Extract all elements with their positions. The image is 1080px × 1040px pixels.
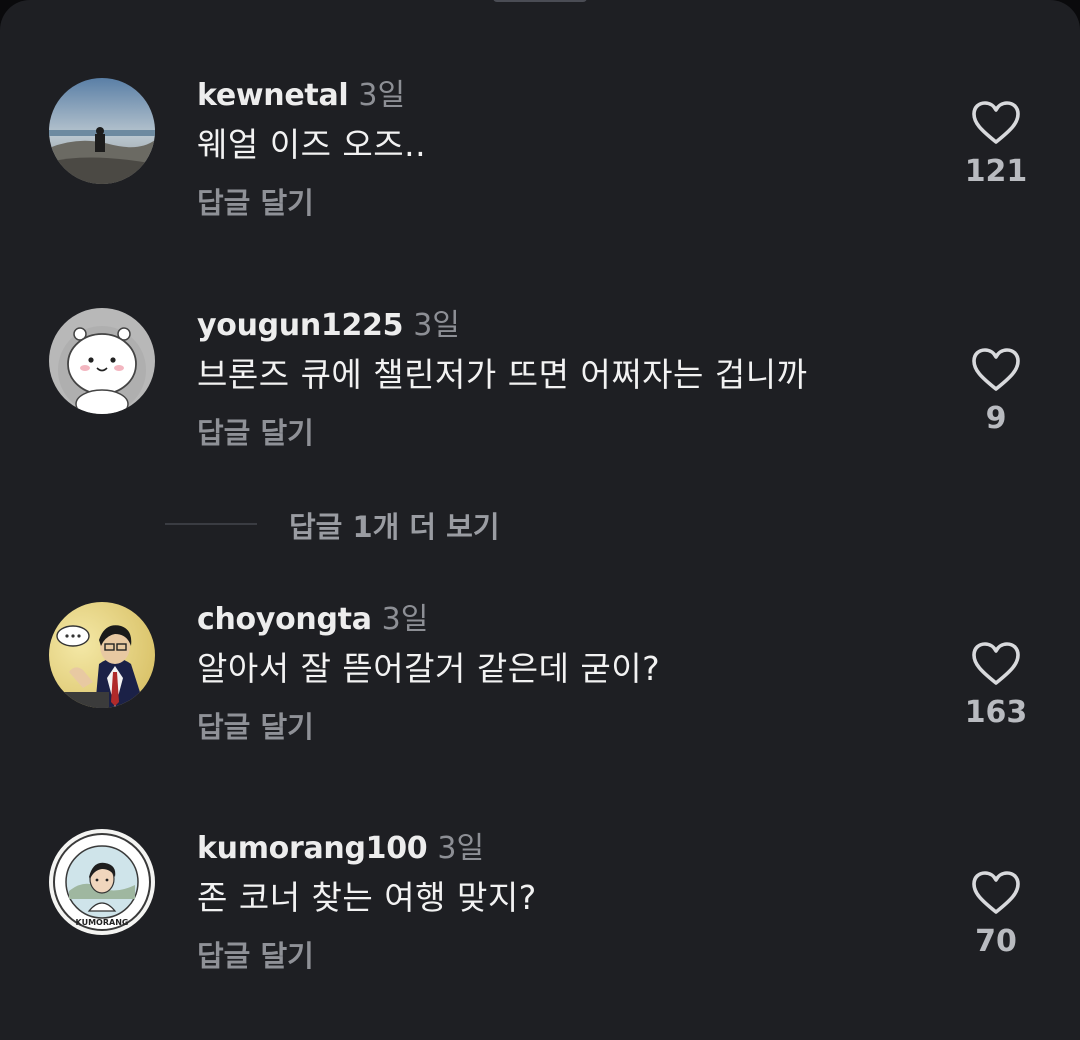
- comment-meta: kewnetal 3일: [197, 70, 406, 113]
- drag-handle[interactable]: [493, 0, 587, 2]
- divider: [165, 523, 257, 525]
- like-count: 163: [964, 695, 1028, 730]
- username[interactable]: kewnetal: [197, 78, 349, 113]
- timestamp: 3일: [358, 78, 406, 113]
- reply-button[interactable]: 답글 달기: [197, 704, 314, 746]
- comment-text: 존 코너 찾는 여행 맞지?: [197, 878, 537, 917]
- heart-outline-icon: [972, 642, 1020, 685]
- username[interactable]: kumorang100: [197, 831, 428, 866]
- comment-meta: yougun1225 3일: [197, 300, 460, 343]
- comment-meta: kumorang100 3일: [197, 823, 485, 866]
- avatar[interactable]: [49, 602, 155, 708]
- avatar-logo-text: KUMORANG: [76, 918, 129, 927]
- like-button[interactable]: 70: [950, 870, 1042, 959]
- like-button[interactable]: 121: [950, 100, 1042, 189]
- like-count: 70: [975, 924, 1017, 959]
- comment-meta: choyongta 3일: [197, 594, 429, 637]
- comment-item: kewnetal 3일 웨얼 이즈 오즈.. 답글 달기 121: [0, 70, 1080, 240]
- username[interactable]: yougun1225: [197, 308, 404, 343]
- avatar[interactable]: KUMORANG: [49, 829, 155, 935]
- reply-button[interactable]: 답글 달기: [197, 180, 314, 222]
- heart-outline-icon: [972, 101, 1020, 144]
- comment-item: choyongta 3일 알아서 잘 뜯어갈거 같은데 굳이? 답글 달기 163: [0, 594, 1080, 764]
- like-count: 121: [964, 154, 1028, 189]
- view-more-replies[interactable]: 답글 1개 더 보기: [165, 498, 665, 548]
- comment-item: yougun1225 3일 브론즈 큐에 챌린저가 뜨면 어쩌자는 겁니까 답글 …: [0, 300, 1080, 470]
- like-button[interactable]: 9: [950, 347, 1042, 436]
- timestamp: 3일: [413, 308, 460, 343]
- comment-text: 브론즈 큐에 챌린저가 뜨면 어쩌자는 겁니까: [197, 355, 808, 394]
- comment-text: 알아서 잘 뜯어갈거 같은데 굳이?: [197, 649, 661, 688]
- avatar[interactable]: [49, 308, 155, 414]
- like-button[interactable]: 163: [950, 641, 1042, 730]
- reply-button[interactable]: 답글 달기: [197, 410, 314, 452]
- timestamp: 3일: [381, 602, 429, 637]
- timestamp: 3일: [437, 831, 485, 866]
- comments-sheet: kewnetal 3일 웨얼 이즈 오즈.. 답글 달기 121 yougun1…: [0, 0, 1080, 1040]
- avatar[interactable]: [49, 78, 155, 184]
- reply-button[interactable]: 답글 달기: [197, 933, 314, 975]
- heart-outline-icon: [972, 871, 1020, 914]
- comment-item: KUMORANG kumorang100 3일 존 코너 찾는 여행 맞지? 답글…: [0, 823, 1080, 993]
- username[interactable]: choyongta: [197, 602, 372, 637]
- heart-outline-icon: [972, 348, 1020, 391]
- view-more-replies-label[interactable]: 답글 1개 더 보기: [289, 504, 500, 546]
- like-count: 9: [985, 401, 1007, 436]
- comment-text: 웨얼 이즈 오즈..: [197, 125, 427, 164]
